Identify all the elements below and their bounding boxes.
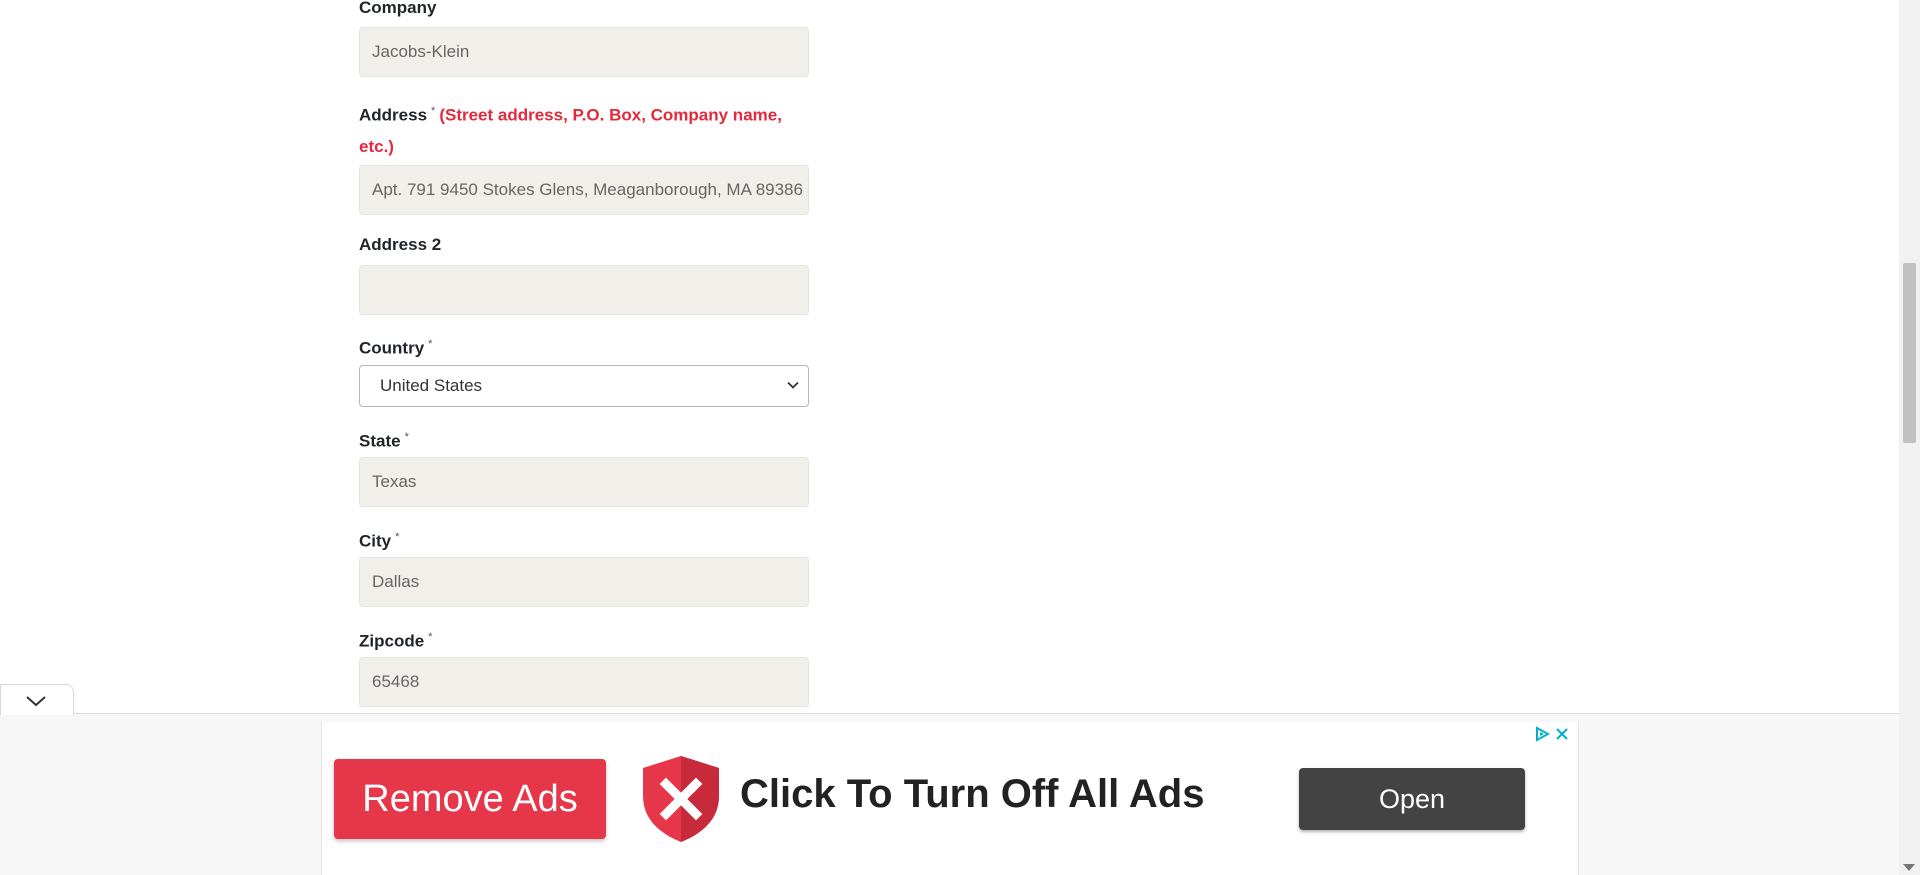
address2-label: Address 2 <box>359 235 442 254</box>
ad-collapse-tab[interactable] <box>0 684 74 715</box>
country-select[interactable]: United States <box>359 365 809 407</box>
state-input[interactable]: Texas <box>359 457 809 507</box>
ad-divider <box>0 713 1899 714</box>
chevron-down-icon <box>26 696 46 707</box>
country-label: Country * <box>359 338 433 358</box>
chevron-down-icon <box>787 381 799 389</box>
city-label: City * <box>359 531 400 551</box>
address-label: Address * (Street address, P.O. Box, Compa… <box>359 105 782 156</box>
page-scrollbar[interactable] <box>1899 0 1920 875</box>
country-select-value: United States <box>380 376 483 395</box>
address-input[interactable]: Apt. 791 9450 Stokes Glens, Meaganboroug… <box>359 165 809 215</box>
ad-banner[interactable]: Remove Ads Click To Turn Off All Ads Ope… <box>321 722 1579 875</box>
open-button[interactable]: Open <box>1299 768 1525 830</box>
scrollbar-thumb[interactable] <box>1903 263 1916 443</box>
state-label: State * <box>359 431 409 451</box>
required-mark: * <box>404 431 409 443</box>
ad-headline: Click To Turn Off All Ads <box>740 772 1205 816</box>
remove-ads-button[interactable]: Remove Ads <box>334 759 606 839</box>
required-mark: * <box>431 105 436 117</box>
company-label: Company <box>359 0 437 17</box>
scroll-down-arrow-icon[interactable] <box>1903 864 1915 871</box>
shield-x-icon <box>643 756 719 842</box>
city-input[interactable]: Dallas <box>359 557 809 607</box>
zipcode-input[interactable]: 65468 <box>359 657 809 707</box>
address2-input[interactable] <box>359 265 809 315</box>
company-input[interactable]: Jacobs-Klein <box>359 27 809 77</box>
zipcode-label: Zipcode * <box>359 631 433 651</box>
required-mark: * <box>395 531 400 543</box>
close-icon[interactable] <box>1554 726 1570 742</box>
required-mark: * <box>428 338 433 350</box>
adchoices-icon[interactable] <box>1534 726 1550 742</box>
required-mark: * <box>428 631 433 643</box>
